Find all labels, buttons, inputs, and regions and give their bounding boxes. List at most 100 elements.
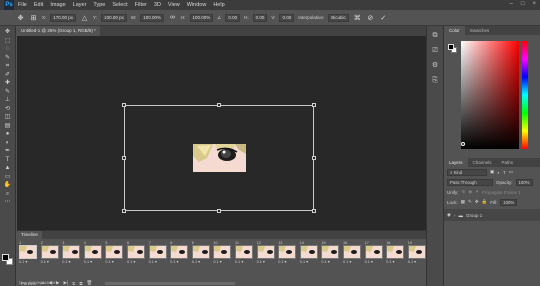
maximize-button[interactable]: □ bbox=[521, 1, 525, 7]
timeline-frame[interactable]: 16 0.1 ▾ bbox=[343, 241, 363, 268]
frame-delay-select[interactable]: 0.1 ▾ bbox=[84, 260, 104, 265]
propagate-frame-label[interactable]: Propagate Frame 1 bbox=[482, 190, 521, 195]
visibility-eye-icon[interactable]: ◉ bbox=[447, 212, 451, 218]
color-picker-marker[interactable] bbox=[461, 142, 465, 146]
frame-delay-select[interactable]: 0.1 ▾ bbox=[19, 260, 39, 265]
transform-handle-top[interactable] bbox=[217, 103, 221, 107]
edit-toolbar-icon[interactable]: ⋯ bbox=[3, 198, 13, 206]
minimize-button[interactable]: – bbox=[510, 1, 513, 7]
timeline-frame[interactable]: 7 0.1 ▾ bbox=[148, 241, 169, 268]
tween-icon[interactable]: ⧖ bbox=[72, 281, 75, 286]
filter-adjust-icon[interactable]: ◐ bbox=[497, 170, 500, 175]
fill-input[interactable]: 100% bbox=[500, 198, 518, 206]
vskew-input[interactable]: 0.00 bbox=[279, 13, 295, 22]
frame-thumbnail[interactable] bbox=[148, 245, 167, 259]
menu-type[interactable]: Type bbox=[93, 2, 105, 8]
delete-frame-icon[interactable]: 🗑 bbox=[87, 280, 93, 286]
reference-point-icon[interactable]: ⊞ bbox=[29, 13, 38, 22]
frame-thumbnail[interactable] bbox=[299, 245, 318, 259]
commit-transform-icon[interactable]: ✓ bbox=[379, 13, 388, 22]
frame-delay-select[interactable]: 0.1 ▾ bbox=[127, 260, 147, 265]
layer-row-group-1[interactable]: ◉ › ▬ Group 1 bbox=[444, 209, 540, 221]
transform-handle-left[interactable] bbox=[122, 156, 126, 160]
lock-paint-icon[interactable]: ✎ bbox=[468, 199, 472, 205]
dodge-icon[interactable]: ◐ bbox=[3, 139, 13, 147]
brush-icon[interactable]: ✎ bbox=[3, 88, 13, 96]
transform-handle-bottom-left[interactable] bbox=[122, 209, 126, 213]
filter-shape-icon[interactable]: ▭ bbox=[509, 169, 513, 175]
next-frame-icon[interactable]: ▶| bbox=[64, 280, 69, 286]
transform-handle-top-left[interactable] bbox=[122, 103, 126, 107]
warp-icon[interactable]: ⌘ bbox=[353, 13, 362, 22]
frame-delay-select[interactable]: 0.1 ▾ bbox=[213, 260, 233, 265]
lasso-icon[interactable]: ◌ bbox=[3, 45, 13, 53]
frame-delay-select[interactable]: 0.1 ▾ bbox=[235, 260, 255, 265]
filter-pixel-icon[interactable]: ▣ bbox=[490, 169, 494, 175]
frame-thumbnail[interactable] bbox=[83, 245, 102, 259]
frame-delay-select[interactable]: 0.1 ▾ bbox=[170, 260, 190, 265]
relative-position-icon[interactable]: △ bbox=[80, 13, 89, 22]
menu-window[interactable]: Window bbox=[187, 2, 207, 8]
frame-thumbnail[interactable] bbox=[213, 245, 232, 259]
marquee-icon[interactable]: ⬚ bbox=[3, 37, 13, 45]
menu-help[interactable]: Help bbox=[213, 2, 224, 8]
adjustments-panel-icon[interactable]: ⚙ bbox=[429, 60, 441, 71]
transform-handle-top-right[interactable] bbox=[312, 103, 316, 107]
frame-delay-select[interactable]: 0.1 ▾ bbox=[41, 260, 61, 265]
timeline-frame[interactable]: 12 0.1 ▾ bbox=[256, 241, 277, 268]
timeline-frame[interactable]: 15 0.1 ▾ bbox=[321, 241, 341, 268]
history-brush-icon[interactable]: ⟲ bbox=[3, 105, 13, 113]
stamp-icon[interactable]: ⊥ bbox=[3, 96, 13, 104]
frame-thumbnail[interactable] bbox=[407, 245, 426, 259]
timeline-frame[interactable]: 6 0.1 ▾ bbox=[127, 241, 147, 268]
hand-icon[interactable]: ✋ bbox=[3, 181, 13, 189]
type-icon[interactable]: T bbox=[3, 156, 13, 164]
properties-panel-icon[interactable]: ⎚ bbox=[429, 45, 441, 56]
frame-delay-select[interactable]: 0.1 ▾ bbox=[257, 260, 277, 265]
menu-image[interactable]: Image bbox=[50, 2, 65, 8]
tab-swatches[interactable]: Swatches bbox=[465, 26, 495, 35]
height-input[interactable]: 100.00% bbox=[189, 13, 214, 22]
timeline-frame[interactable]: 9 0.1 ▾ bbox=[191, 241, 212, 268]
frame-delay-select[interactable]: 0.1 ▾ bbox=[278, 260, 298, 265]
opacity-input[interactable]: 100% bbox=[515, 178, 533, 186]
hskew-input[interactable]: 0.00 bbox=[252, 13, 268, 22]
timeline-scrollbar[interactable] bbox=[105, 282, 235, 285]
timeline-frame[interactable]: 3 0.1 ▾ bbox=[62, 241, 82, 268]
unify-position-icon[interactable]: ⊕ bbox=[462, 189, 466, 195]
shape-icon[interactable]: ▭ bbox=[3, 173, 13, 181]
frame-delay-select[interactable]: 0.1 ▾ bbox=[408, 260, 428, 265]
tab-timeline[interactable]: Timeline bbox=[17, 231, 42, 239]
unify-style-icon[interactable]: ✦ bbox=[475, 189, 479, 195]
timeline-frame[interactable]: 1 0.1 ▾ bbox=[19, 241, 39, 268]
frame-thumbnail[interactable] bbox=[170, 245, 189, 259]
frame-delay-select[interactable]: 0.1 ▾ bbox=[62, 260, 82, 265]
color-swatches[interactable] bbox=[2, 254, 16, 268]
frame-delay-select[interactable]: 0.1 ▾ bbox=[149, 260, 169, 265]
lock-pixels-icon[interactable]: ▩ bbox=[461, 199, 465, 205]
tool-preset-icon[interactable]: ✥ bbox=[16, 13, 25, 22]
timeline-frame[interactable]: 4 0.1 ▾ bbox=[83, 241, 104, 268]
menu-filter[interactable]: Filter bbox=[135, 2, 147, 8]
gradient-icon[interactable]: ▤ bbox=[3, 122, 13, 130]
hue-slider[interactable] bbox=[522, 41, 528, 149]
panel-foreground-swatch[interactable] bbox=[448, 44, 454, 50]
tab-color[interactable]: Color bbox=[444, 26, 465, 35]
quick-select-icon[interactable]: ✎ bbox=[3, 54, 13, 62]
width-input[interactable]: 100.00% bbox=[140, 13, 165, 22]
frame-thumbnail[interactable] bbox=[19, 245, 37, 259]
x-input[interactable]: 170.00 px bbox=[50, 13, 77, 22]
menu-select[interactable]: Select bbox=[112, 2, 127, 8]
duplicate-frame-icon[interactable]: ⧉ bbox=[79, 281, 82, 286]
y-input[interactable]: 100.00 px bbox=[101, 13, 127, 22]
move-icon[interactable]: ✥ bbox=[3, 28, 13, 36]
interpolation-select[interactable]: Bicubic bbox=[328, 13, 349, 22]
lock-move-icon[interactable]: ✥ bbox=[475, 199, 479, 205]
menu-layer[interactable]: Layer bbox=[73, 2, 87, 8]
timeline-frame[interactable]: 5 0.1 ▾ bbox=[105, 241, 125, 268]
frame-delay-select[interactable]: 0.1 ▾ bbox=[386, 260, 406, 265]
expand-arrow-icon[interactable]: › bbox=[454, 213, 456, 218]
timeline-frame[interactable]: 18 0.1 ▾ bbox=[386, 241, 406, 268]
transform-handle-right[interactable] bbox=[312, 156, 316, 160]
filter-type-icon[interactable]: T bbox=[503, 170, 506, 175]
